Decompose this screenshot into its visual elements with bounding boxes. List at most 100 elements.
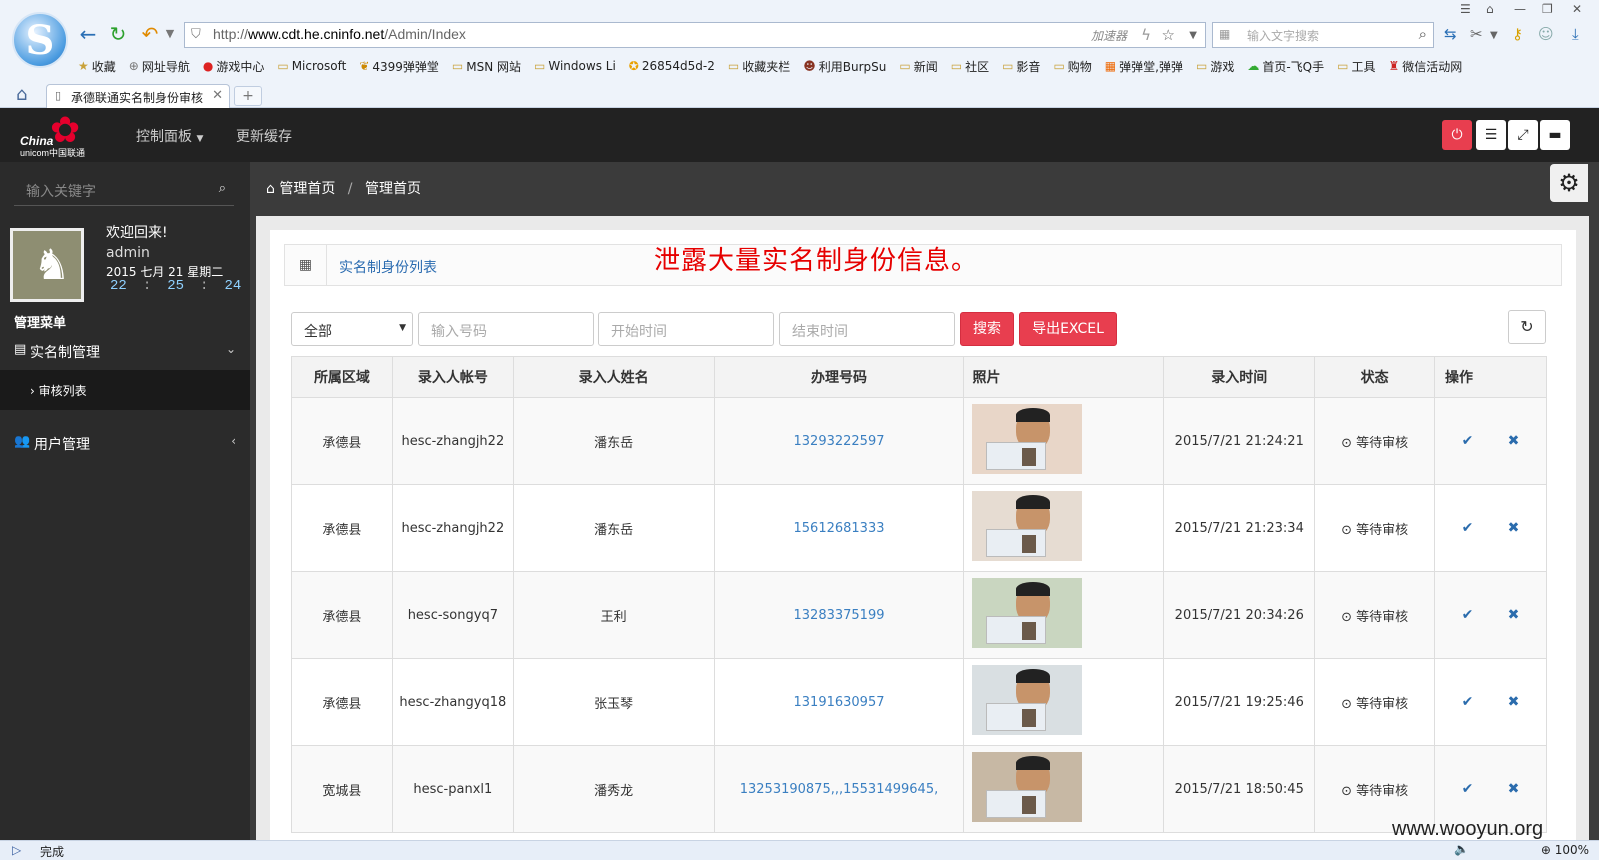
leak-annotation: 泄露大量实名制身份信息。 [654,246,979,276]
feiq-icon: ☁ [1247,59,1260,73]
tools-icon[interactable]: ✂ [1470,25,1483,43]
bookmark-item[interactable]: ★ 收藏 [78,56,116,76]
id-photo[interactable] [972,665,1083,735]
key-icon[interactable]: ⚷ [1512,25,1523,43]
minimize-icon[interactable]: — [1514,2,1526,16]
accelerator-label[interactable]: 加速器 [1091,27,1127,44]
power-button[interactable]: ⏻ [1442,120,1472,150]
sidebar-item-realname[interactable]: ▤ 实名制管理 ⌄ [0,332,250,372]
reject-x-icon[interactable]: ✖ [1491,607,1537,623]
refresh-icon[interactable]: ↻ [106,22,130,46]
search-icon[interactable]: ⌕ [1419,25,1427,43]
search-icon[interactable]: ⌕ [219,181,226,196]
bookmark-item[interactable]: ▭ 工具 [1337,56,1375,76]
zoom-level[interactable]: ⊕ 100% [1541,843,1589,857]
bookmark-item[interactable]: ❦ 4399弹弹堂 [359,56,439,76]
approve-check-icon[interactable]: ✔ [1445,781,1491,797]
column-header: 录入人帐号 [391,356,514,398]
address-bar[interactable]: ⛉ http://www.cdt.he.cninfo.net/Admin/Ind… [184,22,1206,48]
tools-dropdown-icon[interactable]: ▼ [1490,30,1498,41]
download-icon[interactable]: ⤓ [1572,25,1579,43]
folder-icon: ▭ [1195,59,1208,73]
face-icon[interactable]: ☺ [1538,25,1554,43]
number-input[interactable]: 输入号码 [418,312,594,346]
settings-gear-button[interactable]: ⚙ [1550,164,1588,202]
tab-active[interactable]: ▯ 承德联通实名制身份审核 ✕ [46,84,230,108]
bookmark-item[interactable]: ▭ Windows Li [534,56,616,76]
reject-x-icon[interactable]: ✖ [1491,520,1537,536]
sidebar-item-users[interactable]: 👥 用户管理 ‹ [0,424,250,464]
fullscreen-button[interactable]: ⤢ [1508,120,1538,150]
bookmark-item[interactable]: ♜ 微信活动网 [1388,56,1462,76]
search-box[interactable]: ▦ 输入文字搜索 ⌕ [1212,22,1434,48]
list-button[interactable]: ☰ [1476,120,1506,150]
close-tab-icon[interactable]: ✕ [212,88,223,103]
breadcrumb-home[interactable]: 管理首页 [279,181,335,197]
home-icon[interactable]: ⌂ [16,84,27,105]
actions-cell: ✔ ✖ [1434,658,1547,746]
search-engine-icon[interactable]: ▦ [1219,27,1230,41]
bookmark-item[interactable]: ▭ 社区 [951,56,989,76]
identity-table: 所属区域 录入人帐号 录入人姓名 办理号码 照片 录入时间 状态 操作 承德县 h… [291,356,1547,833]
filter-select[interactable]: 全部 ▼ [291,312,413,346]
export-excel-button[interactable]: 导出EXCEL [1019,312,1117,346]
skin-icon[interactable]: ⌂ [1486,2,1494,16]
speaker-icon[interactable]: 🔈 [1454,842,1469,856]
close-window-icon[interactable]: ✕ [1572,2,1582,16]
clock: 22: 25: 24 [110,278,242,294]
approve-check-icon[interactable]: ✔ [1445,433,1491,449]
bookmark-item[interactable]: ▭ 收藏夹栏 [728,56,790,76]
refresh-button[interactable]: ↻ [1508,310,1546,344]
bookmark-item[interactable]: ☁ 首页-飞Q手 [1247,56,1324,76]
sidebar-toggle-icon[interactable]: ⇆ [1444,25,1457,43]
bookmark-item[interactable]: ▭ 影音 [1002,56,1040,76]
reject-x-icon[interactable]: ✖ [1491,433,1537,449]
search-button[interactable]: 搜索 [960,312,1014,346]
star-icon[interactable]: ☆ [1162,26,1175,44]
bookmark-item[interactable]: ▦ 弹弹堂,弹弹 [1105,56,1183,76]
browser-chrome: S ← ↻ ↶ ▼ ⛉ http://www.cdt.he.cninfo.net… [0,0,1599,108]
undo-dropdown-icon[interactable]: ▼ [158,22,182,46]
reject-x-icon[interactable]: ✖ [1491,781,1537,797]
end-time-input[interactable]: 结束时间 [779,312,955,346]
start-time-input[interactable]: 开始时间 [598,312,774,346]
lightning-icon[interactable]: ϟ [1141,26,1151,44]
chat-button[interactable]: ▬ [1540,120,1570,150]
back-arrow-icon[interactable]: ← [76,22,100,46]
address-dropdown-icon[interactable]: ▼ [1189,30,1197,41]
reject-x-icon[interactable]: ✖ [1491,694,1537,710]
id-photo[interactable] [972,752,1083,822]
bookmark-item[interactable]: ▭ Microsoft [277,56,346,76]
bookmark-item[interactable]: ⊕ 网址导航 [129,56,190,76]
bookmark-item[interactable]: ▭ MSN 网站 [452,56,521,76]
bookmark-item[interactable]: ● 游戏中心 [203,56,265,76]
unicom-logo[interactable]: ✿ China unicom中国联通 [18,113,98,159]
actions-cell: ✔ ✖ [1434,571,1547,659]
id-photo[interactable] [972,491,1083,561]
approve-check-icon[interactable]: ✔ [1445,520,1491,536]
id-photo[interactable] [972,578,1083,648]
new-tab-button[interactable]: + [234,86,262,106]
bookmark-item[interactable]: ▭ 游戏 [1196,56,1234,76]
sidebar-item-review-list[interactable]: › 审核列表 [0,370,250,410]
sidebar-search-input[interactable]: 输入关键字 ⌕ [14,174,234,206]
bookmark-item[interactable]: ✪ 26854d5d-2 [629,56,715,76]
approve-check-icon[interactable]: ✔ [1445,607,1491,623]
id-photo[interactable] [972,404,1083,474]
update-cache-link[interactable]: 更新缓存 [236,126,292,146]
bookmark-item[interactable]: ☻ 利用BurpSu [803,56,886,76]
name-cell: 潘东岳 [512,397,715,485]
approve-check-icon[interactable]: ✔ [1445,694,1491,710]
table-row: 承德县 hesc-zhangjh22 潘东岳 15612681333 2015/7/21… [291,484,1547,572]
area-cell: 承德县 [291,397,393,485]
actions-cell: ✔ ✖ [1434,484,1547,572]
shield-icon: ⛉ [191,27,201,42]
menu-heading: 管理菜单 [14,316,67,331]
restore-icon[interactable]: ❐ [1542,2,1553,16]
status-badge: ⊙ 等待审核 [1314,397,1436,485]
menu-icon[interactable]: ☰ [1460,2,1471,16]
control-panel-menu[interactable]: 控制面板 ▼ [136,126,203,146]
bookmark-item[interactable]: ▭ 新闻 [899,56,937,76]
clock-icon: ⊙ [1341,696,1352,712]
bookmark-item[interactable]: ▭ 购物 [1053,56,1091,76]
